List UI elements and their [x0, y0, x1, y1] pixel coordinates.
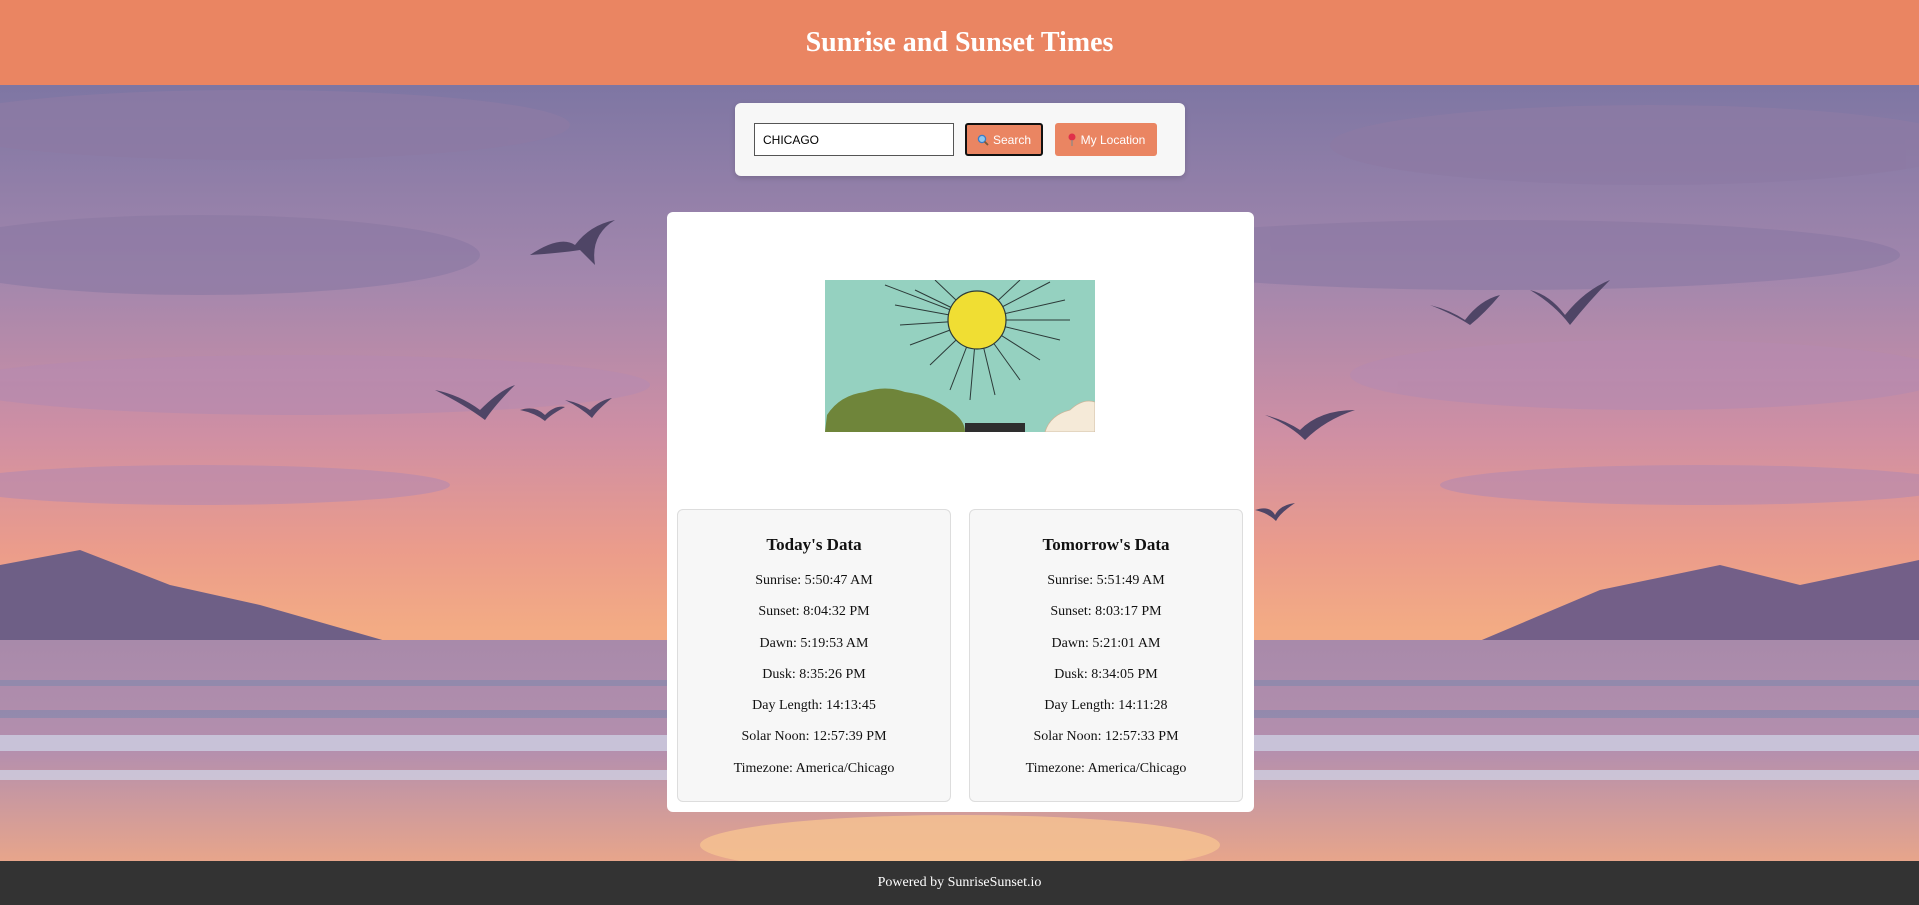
- tomorrow-solar-noon: Solar Noon: 12:57:33 PM: [1033, 729, 1179, 745]
- page-title: Sunrise and Sunset Times: [805, 26, 1114, 58]
- tomorrow-sunset: Sunset: 8:03:17 PM: [1050, 604, 1162, 620]
- footer: Powered by SunriseSunset.io: [0, 861, 1919, 905]
- footer-credit: Powered by SunriseSunset.io: [877, 875, 1042, 890]
- today-day-length: Day Length: 14:13:45: [752, 698, 876, 714]
- sun-illustration: [825, 280, 1095, 432]
- today-data-panel: Today's Data Sunrise: 5:50:47 AM Sunset:…: [677, 509, 951, 802]
- search-bar: Search My Location: [735, 103, 1185, 176]
- today-sunset: Sunset: 8:04:32 PM: [758, 604, 870, 620]
- magnifier-icon: [977, 134, 989, 146]
- search-button[interactable]: Search: [965, 123, 1043, 156]
- results-card: Today's Data Sunrise: 5:50:47 AM Sunset:…: [667, 212, 1254, 812]
- today-solar-noon: Solar Noon: 12:57:39 PM: [741, 729, 887, 745]
- tomorrow-dawn: Dawn: 5:21:01 AM: [1051, 635, 1161, 651]
- app-header: Sunrise and Sunset Times: [0, 0, 1919, 85]
- tomorrow-timezone: Timezone: America/Chicago: [1025, 760, 1187, 776]
- today-sunrise: Sunrise: 5:50:47 AM: [755, 573, 873, 588]
- my-location-button[interactable]: My Location: [1055, 123, 1157, 156]
- my-location-label: My Location: [1080, 132, 1146, 147]
- tomorrow-day-length: Day Length: 14:11:28: [1044, 698, 1168, 714]
- today-heading: Today's Data: [766, 535, 862, 554]
- tomorrow-heading: Tomorrow's Data: [1042, 535, 1170, 554]
- search-button-label: Search: [992, 132, 1032, 147]
- today-dusk: Dusk: 8:35:26 PM: [762, 666, 866, 682]
- tomorrow-sunrise: Sunrise: 5:51:49 AM: [1047, 573, 1165, 588]
- today-timezone: Timezone: America/Chicago: [733, 760, 895, 776]
- tomorrow-dusk: Dusk: 8:34:05 PM: [1054, 666, 1158, 682]
- pin-icon: [1068, 133, 1076, 146]
- tomorrow-data-panel: Tomorrow's Data Sunrise: 5:51:49 AM Suns…: [969, 509, 1243, 802]
- today-dawn: Dawn: 5:19:53 AM: [759, 635, 869, 651]
- city-search-input[interactable]: [754, 123, 954, 156]
